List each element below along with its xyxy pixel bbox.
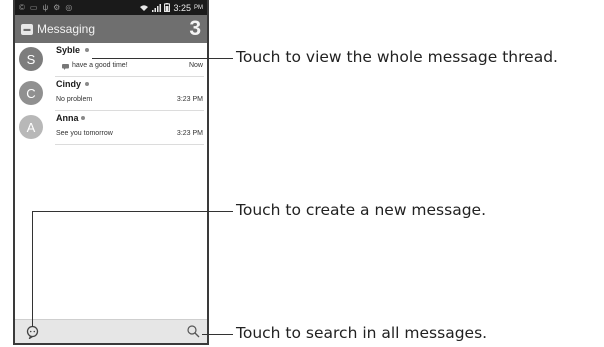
divider	[55, 76, 204, 77]
message-time: 3:23 PM	[176, 96, 203, 103]
callout-thread: Touch to view the whole message thread.	[236, 48, 558, 66]
callout-line-thread	[92, 58, 233, 59]
presence-dot	[85, 82, 89, 86]
avatar: A	[19, 115, 43, 139]
message-snippet: No problem	[56, 96, 93, 103]
unread-count: 3	[189, 17, 201, 40]
presence-dot	[81, 116, 85, 120]
wifi-icon	[140, 4, 149, 11]
divider	[55, 144, 204, 145]
message-time: 3:23 PM	[176, 130, 203, 137]
contact-name: Syble	[56, 45, 81, 55]
callout-line-compose-vertical	[32, 211, 33, 327]
divider	[55, 110, 204, 111]
status-bar-system: 3:25 PM	[139, 3, 203, 13]
signal-icon	[152, 3, 162, 12]
contact-name: Anna	[56, 113, 79, 123]
message-snippet: have a good time!	[72, 62, 128, 69]
thread-item-anna[interactable]: A Anna See you tomorrow 3:23 PM	[15, 112, 207, 149]
app-title: Messaging	[37, 22, 96, 36]
callout-search: Touch to search in all messages.	[236, 324, 488, 342]
message-time: Now	[188, 62, 203, 69]
notif-c-icon: ©	[19, 3, 25, 12]
message-snippet: See you tomorrow	[56, 130, 113, 137]
callout-line-search	[202, 334, 233, 335]
status-bar: © ▭ ψ ⚙ ◎ 3:25 PM	[15, 0, 207, 15]
clock-ampm: PM	[194, 4, 203, 11]
search-icon[interactable]	[187, 325, 200, 338]
phone-screen: © ▭ ψ ⚙ ◎ 3:25 PM ▬ Messaging 3 S Syble …	[13, 0, 209, 345]
thread-item-cindy[interactable]: C Cindy No problem 3:23 PM	[15, 78, 207, 115]
new-message-icon[interactable]	[26, 325, 39, 339]
battery-icon	[164, 3, 171, 12]
notif-screen-icon: ▭	[29, 3, 38, 12]
bottom-action-bar	[15, 319, 207, 343]
callout-line-compose-horizontal	[32, 211, 233, 212]
avatar: C	[19, 81, 43, 105]
clock: 3:25	[173, 2, 191, 13]
app-bar: ▬ Messaging 3	[15, 15, 207, 43]
message-icon	[62, 64, 69, 70]
messaging-app-icon: ▬	[21, 23, 33, 35]
contact-name: Cindy	[56, 79, 82, 89]
status-bar-notifications: © ▭ ψ ⚙ ◎	[19, 3, 72, 12]
notif-app-icon: ◎	[65, 3, 73, 12]
callout-compose: Touch to create a new message.	[236, 201, 487, 219]
usb-icon: ψ	[42, 3, 49, 12]
notif-gear-icon: ⚙	[53, 3, 61, 12]
presence-dot	[85, 48, 89, 52]
avatar: S	[19, 47, 43, 71]
thread-item-syble[interactable]: S Syble have a good time! Now	[15, 44, 207, 81]
